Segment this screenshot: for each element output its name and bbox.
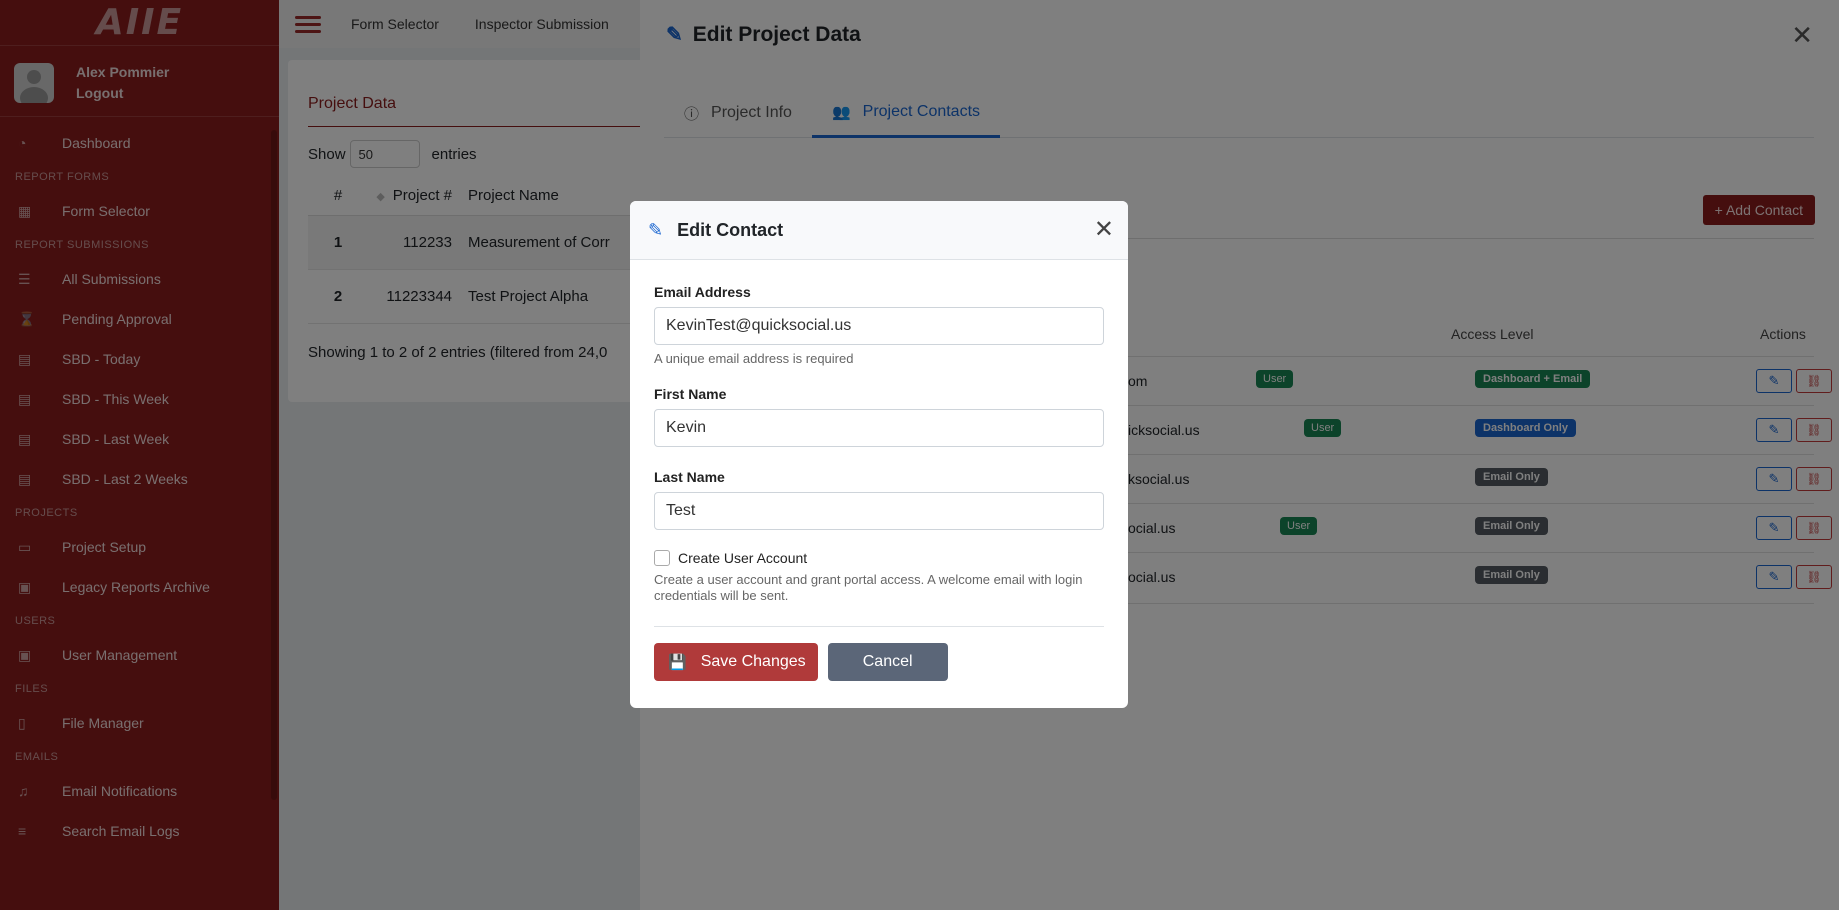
first-name-field[interactable]: Kevin bbox=[654, 409, 1104, 447]
cancel-button[interactable]: Cancel bbox=[827, 643, 948, 681]
modal-close-icon[interactable]: ✕ bbox=[1094, 215, 1114, 244]
pencil-icon: ✎ bbox=[648, 219, 664, 240]
create-account-label[interactable]: Create User Account bbox=[678, 550, 807, 566]
edit-contact-modal: ✎ Edit Contact ✕ Email Address KevinTest… bbox=[630, 201, 1128, 708]
modal-title: Edit Contact bbox=[677, 219, 784, 240]
create-account-checkbox[interactable] bbox=[654, 550, 670, 566]
modal-body: Email Address KevinTest@quicksocial.us A… bbox=[630, 260, 1128, 604]
save-changes-button[interactable]: 💾 Save Changes bbox=[654, 643, 818, 681]
last-name-label: Last Name bbox=[654, 469, 725, 485]
last-name-group: Last Name Test bbox=[654, 469, 1104, 530]
first-name-label: First Name bbox=[654, 386, 727, 402]
first-name-group: First Name Kevin bbox=[654, 386, 1104, 447]
last-name-field[interactable]: Test bbox=[654, 492, 1104, 530]
email-label: Email Address bbox=[654, 284, 751, 300]
create-account-row: Create User Account bbox=[654, 550, 1104, 566]
modal-footer: 💾 Save Changes Cancel bbox=[630, 627, 1128, 697]
floppy-disk-icon: 💾 bbox=[668, 654, 687, 671]
email-help: A unique email address is required bbox=[654, 351, 854, 366]
email-group: Email Address KevinTest@quicksocial.us A… bbox=[654, 284, 1104, 366]
create-account-help: Create a user account and grant portal a… bbox=[654, 572, 1083, 603]
modal-header: ✎ Edit Contact ✕ bbox=[630, 201, 1128, 260]
email-field[interactable]: KevinTest@quicksocial.us bbox=[654, 307, 1104, 345]
